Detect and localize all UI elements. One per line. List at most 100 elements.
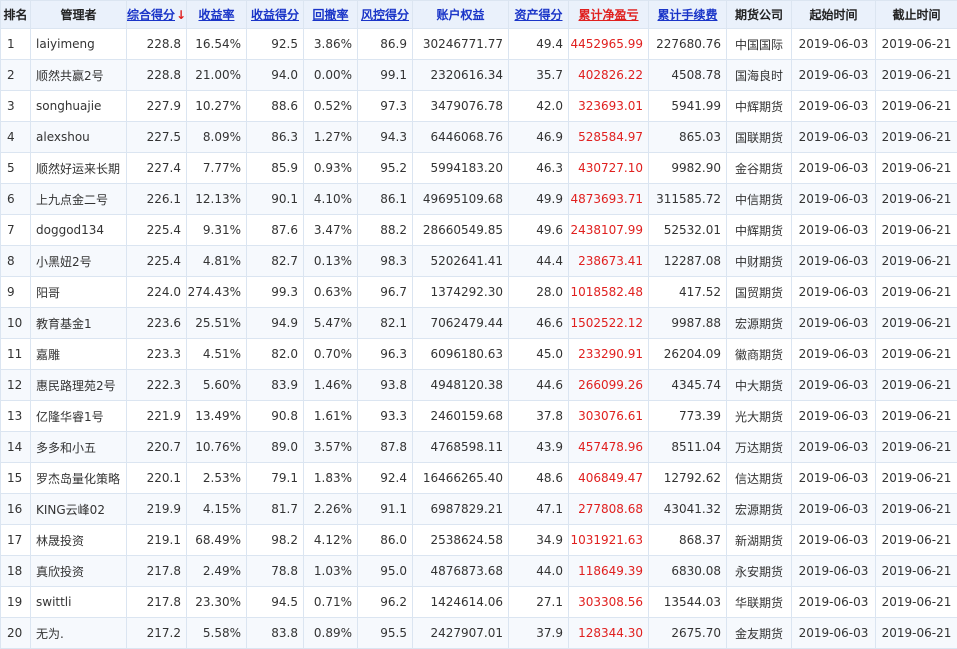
table-row[interactable]: 17林晟投资219.168.49%98.24.12%86.02538624.58… xyxy=(1,525,957,556)
table-row[interactable]: 5顺然好运来长期227.47.77%85.90.93%95.25994183.2… xyxy=(1,153,957,184)
start-time-cell: 2019-06-03 xyxy=(792,91,876,122)
column-header-asset-score[interactable]: 资产得分 xyxy=(509,1,569,29)
futures-company-cell: 金友期货 xyxy=(727,618,792,649)
manager-cell: 小黑妞2号 xyxy=(31,246,127,277)
end-time-cell: 2019-06-21 xyxy=(876,91,957,122)
rank-cell: 13 xyxy=(1,401,31,432)
start-time-cell: 2019-06-03 xyxy=(792,525,876,556)
table-row[interactable]: 10教育基金1223.625.51%94.95.47%82.17062479.4… xyxy=(1,308,957,339)
table-row[interactable]: 6上九点金二号226.112.13%90.14.10%86.149695109.… xyxy=(1,184,957,215)
rank-cell: 4 xyxy=(1,122,31,153)
composite-score-cell: 227.5 xyxy=(127,122,187,153)
table-row[interactable]: 20无为.217.25.58%83.80.89%95.52427907.0137… xyxy=(1,618,957,649)
table-row[interactable]: 12惠民路理苑2号222.35.60%83.91.46%93.84948120.… xyxy=(1,370,957,401)
account-equity-cell: 5202641.41 xyxy=(413,246,509,277)
fees-cell: 868.37 xyxy=(649,525,727,556)
return-score-cell: 87.6 xyxy=(247,215,304,246)
table-row[interactable]: 1laiyimeng228.816.54%92.53.86%86.9302467… xyxy=(1,29,957,60)
manager-cell: 罗杰岛量化策略 xyxy=(31,463,127,494)
drawdown-cell: 0.71% xyxy=(304,587,358,618)
column-header-end-time: 截止时间 xyxy=(876,1,957,29)
table-row[interactable]: 18真欣投资217.82.49%78.81.03%95.04876873.684… xyxy=(1,556,957,587)
composite-score-cell: 220.7 xyxy=(127,432,187,463)
return-rate-cell: 10.76% xyxy=(187,432,247,463)
table-row[interactable]: 19swittli217.823.30%94.50.71%96.21424614… xyxy=(1,587,957,618)
net-pnl-cell: 1031921.63 xyxy=(569,525,649,556)
end-time-cell: 2019-06-21 xyxy=(876,432,957,463)
return-score-cell: 92.5 xyxy=(247,29,304,60)
table-row[interactable]: 4alexshou227.58.09%86.31.27%94.36446068.… xyxy=(1,122,957,153)
rank-cell: 5 xyxy=(1,153,31,184)
table-row[interactable]: 14多多和小五220.710.76%89.03.57%87.84768598.1… xyxy=(1,432,957,463)
column-header-label: 截止时间 xyxy=(892,8,940,22)
net-pnl-cell: 1018582.48 xyxy=(569,277,649,308)
fees-cell: 773.39 xyxy=(649,401,727,432)
column-header-label: 期货公司 xyxy=(735,8,783,22)
drawdown-cell: 3.47% xyxy=(304,215,358,246)
account-equity-cell: 4876873.68 xyxy=(413,556,509,587)
drawdown-cell: 0.52% xyxy=(304,91,358,122)
table-row[interactable]: 9阳哥224.0274.43%99.30.63%96.71374292.3028… xyxy=(1,277,957,308)
asset-score-cell: 49.9 xyxy=(509,184,569,215)
column-header-start-time: 起始时间 xyxy=(792,1,876,29)
account-equity-cell: 2320616.34 xyxy=(413,60,509,91)
start-time-cell: 2019-06-03 xyxy=(792,556,876,587)
rank-cell: 20 xyxy=(1,618,31,649)
rank-cell: 15 xyxy=(1,463,31,494)
manager-cell: 顺然好运来长期 xyxy=(31,153,127,184)
net-pnl-cell: 266099.26 xyxy=(569,370,649,401)
return-score-cell: 82.0 xyxy=(247,339,304,370)
sort-desc-icon[interactable]: ↓ xyxy=(176,8,186,22)
risk-score-cell: 87.8 xyxy=(358,432,413,463)
rank-cell: 11 xyxy=(1,339,31,370)
column-header-composite-score[interactable]: 综合得分↓ xyxy=(127,1,187,29)
net-pnl-cell: 323693.01 xyxy=(569,91,649,122)
net-pnl-cell: 233290.91 xyxy=(569,339,649,370)
table-row[interactable]: 2顺然共赢2号228.821.00%94.00.00%99.12320616.3… xyxy=(1,60,957,91)
end-time-cell: 2019-06-21 xyxy=(876,370,957,401)
risk-score-cell: 86.0 xyxy=(358,525,413,556)
drawdown-cell: 0.70% xyxy=(304,339,358,370)
manager-cell: 惠民路理苑2号 xyxy=(31,370,127,401)
asset-score-cell: 46.6 xyxy=(509,308,569,339)
return-score-cell: 89.0 xyxy=(247,432,304,463)
asset-score-cell: 37.9 xyxy=(509,618,569,649)
table-row[interactable]: 7doggod134225.49.31%87.63.47%88.22866054… xyxy=(1,215,957,246)
table-row[interactable]: 11嘉雕223.34.51%82.00.70%96.36096180.6345.… xyxy=(1,339,957,370)
account-equity-cell: 2538624.58 xyxy=(413,525,509,556)
fees-cell: 5941.99 xyxy=(649,91,727,122)
column-header-net-pnl[interactable]: 累计净盈亏 xyxy=(569,1,649,29)
table-row[interactable]: 8小黑妞2号225.44.81%82.70.13%98.35202641.414… xyxy=(1,246,957,277)
composite-score-cell: 227.4 xyxy=(127,153,187,184)
start-time-cell: 2019-06-03 xyxy=(792,463,876,494)
end-time-cell: 2019-06-21 xyxy=(876,401,957,432)
table-row[interactable]: 16KING云峰02219.94.15%81.72.26%91.16987829… xyxy=(1,494,957,525)
fees-cell: 12792.62 xyxy=(649,463,727,494)
asset-score-cell: 27.1 xyxy=(509,587,569,618)
table-row[interactable]: 15罗杰岛量化策略220.12.53%79.11.83%92.416466265… xyxy=(1,463,957,494)
end-time-cell: 2019-06-21 xyxy=(876,184,957,215)
column-header-return-score[interactable]: 收益得分 xyxy=(247,1,304,29)
column-header-label: 累计手续费 xyxy=(657,8,717,22)
fees-cell: 13544.03 xyxy=(649,587,727,618)
table-row[interactable]: 3songhuajie227.910.27%88.60.52%97.334790… xyxy=(1,91,957,122)
start-time-cell: 2019-06-03 xyxy=(792,587,876,618)
table-row[interactable]: 13亿隆华睿1号221.913.49%90.81.61%93.32460159.… xyxy=(1,401,957,432)
column-header-fees[interactable]: 累计手续费 xyxy=(649,1,727,29)
manager-cell: 亿隆华睿1号 xyxy=(31,401,127,432)
table-header: 排名管理者综合得分↓收益率收益得分回撤率风控得分账户权益资产得分累计净盈亏累计手… xyxy=(1,1,957,29)
column-header-return-rate[interactable]: 收益率 xyxy=(187,1,247,29)
asset-score-cell: 37.8 xyxy=(509,401,569,432)
column-header-risk-score[interactable]: 风控得分 xyxy=(358,1,413,29)
fees-cell: 9987.88 xyxy=(649,308,727,339)
column-header-drawdown[interactable]: 回撤率 xyxy=(304,1,358,29)
fees-cell: 12287.08 xyxy=(649,246,727,277)
fees-cell: 4345.74 xyxy=(649,370,727,401)
return-rate-cell: 68.49% xyxy=(187,525,247,556)
composite-score-cell: 222.3 xyxy=(127,370,187,401)
drawdown-cell: 3.57% xyxy=(304,432,358,463)
column-header-label: 回撤率 xyxy=(312,8,348,22)
end-time-cell: 2019-06-21 xyxy=(876,463,957,494)
rank-cell: 10 xyxy=(1,308,31,339)
asset-score-cell: 42.0 xyxy=(509,91,569,122)
